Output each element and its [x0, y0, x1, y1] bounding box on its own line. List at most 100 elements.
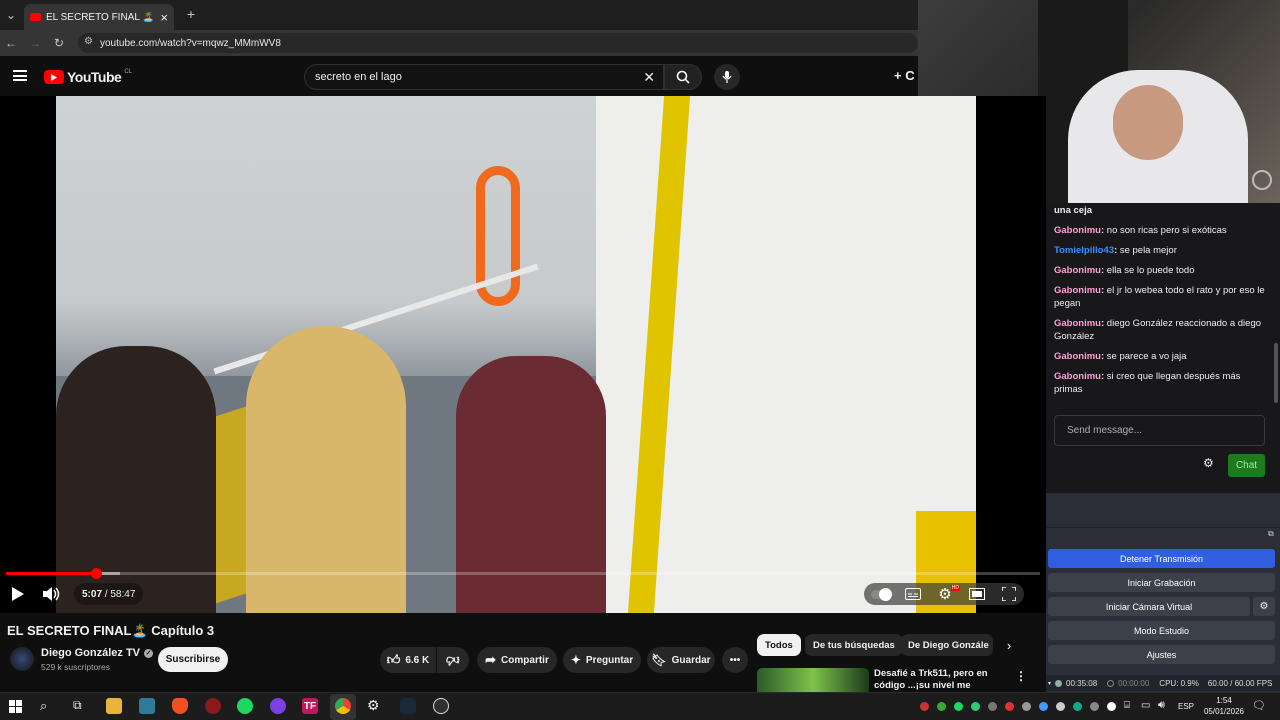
- obs-divider: [1046, 527, 1280, 528]
- spotify-icon[interactable]: [237, 698, 253, 714]
- obs-app-icon[interactable]: [433, 698, 449, 714]
- new-tab-button[interactable]: +: [182, 5, 200, 23]
- chat-username[interactable]: Gabonimu: [1054, 371, 1101, 382]
- more-actions-button[interactable]: •••: [722, 647, 748, 673]
- tray-icon[interactable]: [1090, 702, 1099, 711]
- obs-virtual-cam-button[interactable]: Iniciar Cámara Virtual: [1048, 597, 1250, 616]
- play-button[interactable]: [6, 583, 30, 605]
- settings-app-icon[interactable]: ⚙: [367, 697, 380, 714]
- forward-arrow-icon[interactable]: →: [26, 34, 44, 52]
- chat-username[interactable]: Gabonimu: [1054, 225, 1101, 236]
- battery-icon[interactable]: ▭: [1141, 700, 1150, 711]
- video-frame[interactable]: [56, 96, 976, 613]
- chat-message-input[interactable]: Send message...: [1054, 415, 1265, 446]
- chat-message-partial: una ceja: [1054, 205, 1093, 216]
- chip-from-channel[interactable]: De Diego Gonzále: [901, 634, 993, 656]
- search-input[interactable]: secreto en el lago ✕: [304, 64, 664, 90]
- dislike-button[interactable]: 👍︎: [437, 647, 469, 673]
- channel-avatar[interactable]: [10, 647, 34, 671]
- chat-username[interactable]: Gabonimu: [1054, 265, 1101, 276]
- autoplay-toggle[interactable]: [870, 586, 892, 602]
- more-dots-icon: •••: [729, 654, 741, 666]
- tray-app-icon[interactable]: [920, 702, 929, 711]
- file-explorer-icon[interactable]: [106, 698, 122, 714]
- tray-icon[interactable]: [1022, 702, 1031, 711]
- progress-bar-track[interactable]: [6, 568, 1040, 579]
- taskbar-search-icon[interactable]: ⌕: [40, 698, 47, 714]
- subscribe-button[interactable]: Suscribirse: [158, 647, 228, 672]
- mute-button[interactable]: [40, 583, 64, 605]
- chat-settings-gear-icon[interactable]: ⚙: [1203, 457, 1214, 470]
- chip-from-searches[interactable]: De tus búsquedas: [805, 634, 903, 656]
- fullscreen-button[interactable]: [999, 586, 1019, 602]
- clear-search-icon[interactable]: ✕: [643, 69, 655, 86]
- verified-check-icon: ✓: [144, 648, 154, 658]
- save-button[interactable]: 🔖︎ Guardar: [647, 647, 715, 673]
- chat-send-button[interactable]: Chat: [1228, 454, 1265, 477]
- recommended-thumbnail[interactable]: [757, 668, 869, 692]
- url-field[interactable]: ⚙ youtube.com/watch?v=mqwz_MMmWV8: [78, 33, 918, 53]
- chat-username[interactable]: Gabonimu: [1054, 318, 1101, 329]
- obs-stop-stream-button[interactable]: Detener Transmisión: [1048, 549, 1275, 568]
- time-separator: /: [102, 588, 111, 600]
- app-red-circle-icon[interactable]: [205, 698, 221, 714]
- chips-next-chevron-icon[interactable]: ›: [1000, 636, 1018, 654]
- menu-hamburger-icon[interactable]: [13, 70, 27, 81]
- tray-icon[interactable]: [988, 702, 997, 711]
- volume-tray-icon[interactable]: 🔊︎: [1158, 699, 1165, 712]
- subtitles-button[interactable]: [903, 586, 923, 602]
- notifications-icon[interactable]: 🗨︎: [1252, 699, 1266, 712]
- site-info-icon[interactable]: ⚙: [84, 36, 93, 47]
- obs-virtual-cam-settings-icon[interactable]: ⚙: [1253, 597, 1275, 616]
- tray-icon[interactable]: [1056, 702, 1065, 711]
- obs-settings-button[interactable]: Ajustes: [1048, 645, 1275, 664]
- progress-scrubber[interactable]: [90, 568, 102, 579]
- voice-search-button[interactable]: [714, 64, 740, 90]
- chrome-icon[interactable]: [335, 698, 351, 714]
- tray-icon[interactable]: [1107, 702, 1116, 711]
- tray-spotify-icon[interactable]: [954, 702, 963, 711]
- create-button[interactable]: + C: [894, 68, 915, 83]
- chat-username[interactable]: Tomielpillo43: [1054, 245, 1114, 256]
- theater-mode-button[interactable]: [967, 586, 987, 602]
- settings-gear-icon[interactable]: ⚙ HD: [934, 585, 960, 603]
- browser-tab-active[interactable]: EL SECRETO FINAL 🏝️ Capítulo ×: [24, 4, 174, 30]
- brave-browser-icon[interactable]: [172, 698, 188, 714]
- tab-search-chevron-icon[interactable]: ⌄: [2, 6, 20, 24]
- reload-icon[interactable]: ↻: [50, 34, 68, 52]
- app-purple-circle-icon[interactable]: [270, 698, 286, 714]
- windows-start-icon[interactable]: [9, 700, 22, 713]
- obs-studio-mode-button[interactable]: Modo Estudio: [1048, 621, 1275, 640]
- tray-icon[interactable]: [1073, 702, 1082, 711]
- tray-icon[interactable]: [1039, 702, 1048, 711]
- like-button[interactable]: 👍︎ 6.6 K: [380, 647, 436, 673]
- chat-message: Gabonimu: no son ricas pero si exóticas: [1054, 224, 1270, 237]
- youtube-logo[interactable]: YouTube CL: [44, 69, 132, 85]
- clock[interactable]: 1:54 05/01/2026: [1200, 695, 1248, 717]
- start-pane: [9, 707, 15, 713]
- ask-button[interactable]: ✦ Preguntar: [563, 647, 641, 673]
- tray-whatsapp-icon[interactable]: [971, 702, 980, 711]
- recommended-menu-icon[interactable]: ⋮: [1015, 669, 1027, 683]
- steam-icon[interactable]: [400, 698, 416, 714]
- chat-username[interactable]: Gabonimu: [1054, 351, 1101, 362]
- tf-app-icon[interactable]: TF: [302, 698, 318, 714]
- search-button[interactable]: [664, 64, 702, 90]
- tray-icon[interactable]: [1005, 702, 1014, 711]
- chip-all[interactable]: Todos: [757, 634, 801, 656]
- share-button[interactable]: ➦ Compartir: [477, 647, 557, 673]
- obs-dock-icon[interactable]: ⧉: [1268, 529, 1274, 539]
- recommended-title[interactable]: Desafié a Trk511, pero en código ...¡su …: [874, 668, 1004, 692]
- language-indicator[interactable]: ESP: [1178, 702, 1194, 711]
- microsoft-store-icon[interactable]: [139, 698, 155, 714]
- obs-start-recording-button[interactable]: Iniciar Grabación: [1048, 573, 1275, 592]
- chat-username[interactable]: Gabonimu: [1054, 285, 1101, 296]
- task-view-icon[interactable]: ⧉: [73, 698, 82, 713]
- network-icon[interactable]: ⌸: [1124, 700, 1130, 711]
- channel-name[interactable]: Diego González TV: [41, 647, 140, 659]
- back-arrow-icon[interactable]: ←: [2, 34, 20, 52]
- fullscreen-icon: [1002, 587, 1016, 601]
- tray-play-icon[interactable]: [937, 702, 946, 711]
- tab-close-icon[interactable]: ×: [160, 10, 168, 25]
- chat-scrollbar[interactable]: [1274, 343, 1278, 403]
